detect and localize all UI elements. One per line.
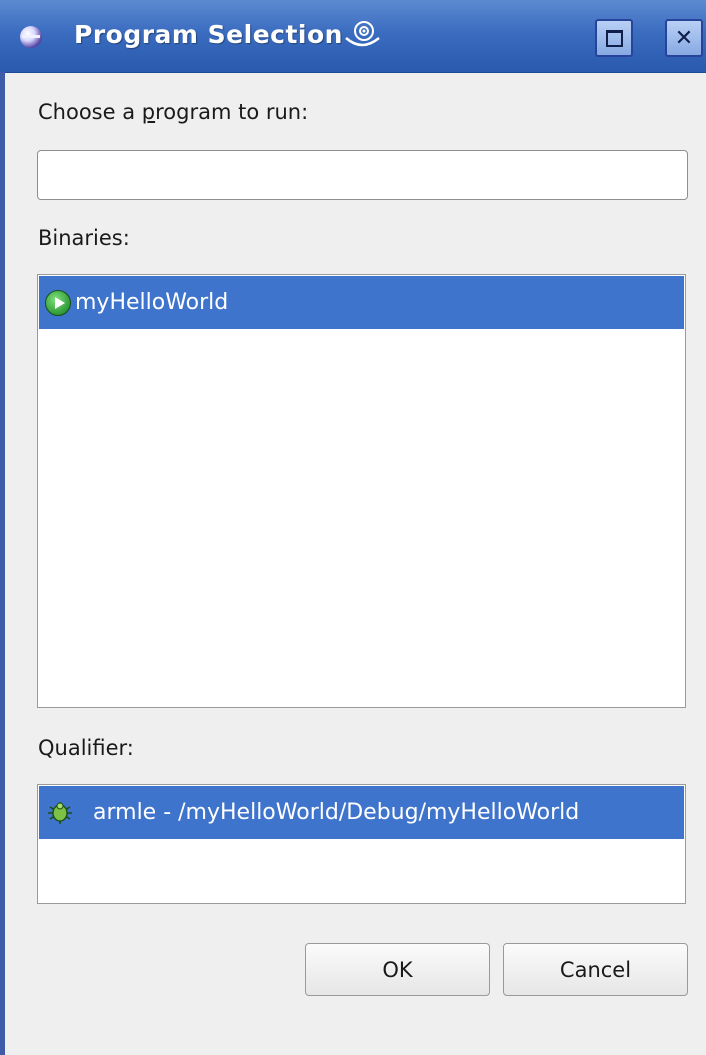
close-icon: ✕ — [674, 25, 694, 51]
program-selection-dialog: Program Selection ✕ Choose a program to … — [0, 0, 706, 1055]
maximize-icon — [605, 29, 623, 47]
eclipse-app-icon[interactable] — [20, 26, 42, 48]
binaries-list[interactable]: myHelloWorld — [37, 274, 686, 708]
qualifier-label: Qualifier: — [38, 736, 134, 760]
prompt-label-part: Choose a — [38, 100, 142, 124]
prompt-mnemonic: p — [141, 100, 156, 124]
binary-run-icon — [45, 289, 71, 316]
qualifier-path: armle - /myHelloWorld/Debug/myHelloWorld — [93, 800, 580, 825]
maximize-button[interactable] — [595, 19, 633, 57]
ok-button[interactable]: OK — [305, 943, 490, 996]
binaries-label: Binaries: — [38, 226, 130, 250]
list-item[interactable]: armle - /myHelloWorld/Debug/myHelloWorld — [39, 786, 684, 839]
qualifier-list[interactable]: armle - /myHelloWorld/Debug/myHelloWorld — [37, 784, 686, 904]
prompt-label-part: rogram to run: — [155, 100, 309, 124]
program-filter-input[interactable] — [37, 150, 688, 200]
close-button[interactable]: ✕ — [665, 19, 703, 57]
window-border — [0, 72, 5, 1055]
list-item[interactable]: myHelloWorld — [39, 276, 684, 329]
bug-icon — [48, 801, 72, 824]
swirl-icon — [345, 21, 380, 47]
binary-name: myHelloWorld — [75, 290, 229, 315]
window-title: Program Selection — [74, 20, 343, 49]
title-bar[interactable]: Program Selection ✕ — [0, 0, 706, 73]
cancel-button[interactable]: Cancel — [503, 943, 688, 996]
program-prompt-label: Choose a program to run: — [38, 100, 308, 124]
